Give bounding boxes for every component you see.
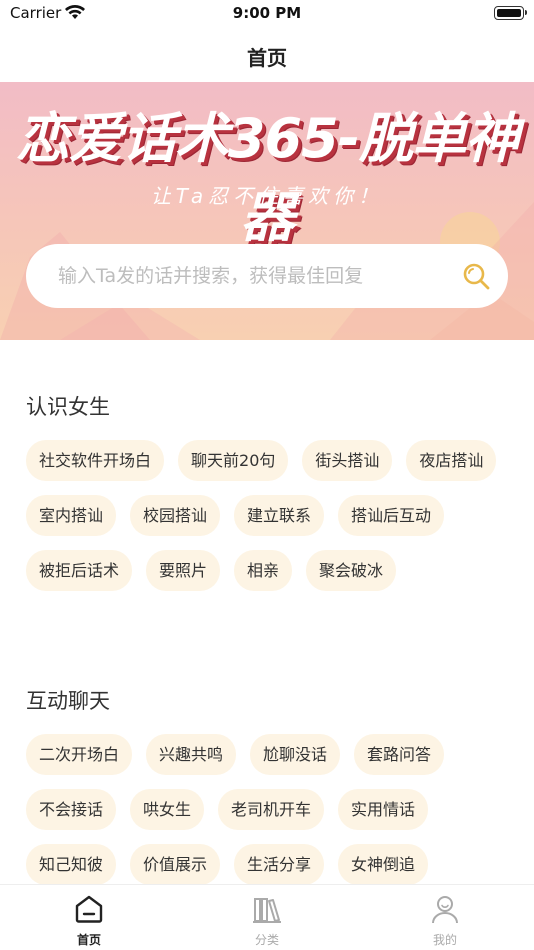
tag-item[interactable]: 尬聊没话 <box>250 734 341 775</box>
tag-item[interactable]: 夜店搭讪 <box>406 440 497 481</box>
tag-item[interactable]: 建立联系 <box>234 495 325 536</box>
tag-item[interactable]: 街头搭讪 <box>302 440 393 481</box>
section-title: 互动聊天 <box>26 689 110 713</box>
tab-home[interactable]: 首页 <box>0 885 178 950</box>
tag-item[interactable]: 相亲 <box>234 550 293 591</box>
banner-subline: 让Ta忍不住喜欢你！ <box>150 184 384 208</box>
tag-item[interactable]: 生活分享 <box>234 844 325 885</box>
search-input[interactable] <box>58 244 448 308</box>
page-title: 首页 <box>247 46 287 70</box>
tag-item[interactable]: 价值展示 <box>130 844 221 885</box>
tag-item[interactable]: 二次开场白 <box>26 734 133 775</box>
tab-label: 我的 <box>432 933 457 947</box>
tag-item[interactable]: 老司机开车 <box>218 789 325 830</box>
hero-banner: 恋爱话术365-脱单神器 让Ta忍不住喜欢你！ <box>0 82 534 340</box>
home-icon <box>75 895 103 923</box>
banner-headline: 恋爱话术365-脱单神器 <box>15 107 519 249</box>
tag-item[interactable]: 社交软件开场白 <box>26 440 165 481</box>
person-icon <box>432 896 458 924</box>
tag-item[interactable]: 聊天前20句 <box>178 440 289 481</box>
tag-item[interactable]: 套路问答 <box>354 734 445 775</box>
tab-label: 分类 <box>254 933 279 947</box>
tag-item[interactable]: 要照片 <box>146 550 221 591</box>
status-bar: Carrier 9:00 PM <box>0 0 534 30</box>
battery-icon <box>494 6 527 20</box>
tab-profile[interactable]: 我的 <box>356 885 534 950</box>
tag-item[interactable]: 被拒后话术 <box>26 550 133 591</box>
tag-item[interactable]: 室内搭讪 <box>26 495 117 536</box>
tag-list: 二次开场白 兴趣共鸣 尬聊没话 套路问答 不会接话 哄女生 老司机开车 实用情话… <box>26 734 516 885</box>
navigation-bar: 首页 <box>0 30 534 80</box>
search-bar[interactable] <box>26 244 508 308</box>
tag-item[interactable]: 实用情话 <box>338 789 429 830</box>
tab-label: 首页 <box>76 933 101 947</box>
tag-item[interactable]: 校园搭讪 <box>130 495 221 536</box>
tag-item[interactable]: 搭讪后互动 <box>338 495 445 536</box>
tag-item[interactable]: 兴趣共鸣 <box>146 734 237 775</box>
tag-item[interactable]: 聚会破冰 <box>306 550 397 591</box>
tag-item[interactable]: 知己知彼 <box>26 844 117 885</box>
search-icon[interactable] <box>462 262 490 290</box>
section-meet-girls: 认识女生 社交软件开场白 聊天前20句 街头搭讪 夜店搭讪 室内搭讪 校园搭讪 … <box>26 392 516 591</box>
bottom-tab-bar: 首页 分类 我的 <box>0 884 534 950</box>
section-chat-interaction: 互动聊天 二次开场白 兴趣共鸣 尬聊没话 套路问答 不会接话 哄女生 老司机开车… <box>26 686 516 885</box>
tag-item[interactable]: 不会接话 <box>26 789 117 830</box>
section-title: 认识女生 <box>26 395 110 419</box>
tag-list: 社交软件开场白 聊天前20句 街头搭讪 夜店搭讪 室内搭讪 校园搭讪 建立联系 … <box>26 440 516 591</box>
tag-item[interactable]: 哄女生 <box>130 789 205 830</box>
status-time: 9:00 PM <box>232 4 302 22</box>
tag-item[interactable]: 女神倒追 <box>338 844 429 885</box>
books-icon <box>253 898 281 923</box>
tab-category[interactable]: 分类 <box>178 885 356 950</box>
